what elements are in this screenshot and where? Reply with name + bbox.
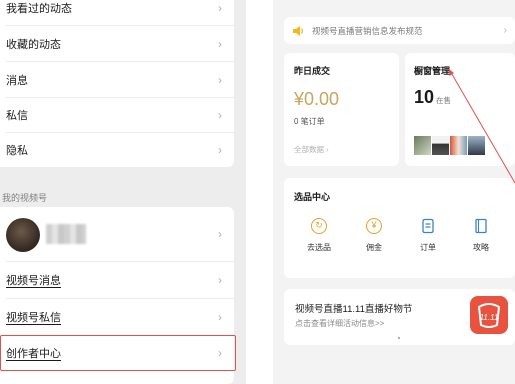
promo-logo: 11.11: [470, 296, 508, 334]
settings-item-favorites[interactable]: 收藏的动态 ›: [0, 26, 234, 61]
tool-label: 攻略: [473, 243, 489, 252]
sales-title: 昨日成交: [294, 66, 331, 76]
chevron-right-icon: ›: [218, 272, 222, 287]
chevron-right-icon: ›: [503, 25, 507, 36]
carousel-dot: [398, 337, 400, 339]
channel-item-messages[interactable]: 视频号消息 ›: [0, 262, 234, 297]
chevron-right-icon: ›: [218, 107, 222, 122]
tool-label: 佣金: [366, 243, 382, 252]
settings-item-privacy[interactable]: 隐私 ›: [0, 132, 234, 167]
window-count: 10: [414, 87, 435, 107]
highlight-box-creator-center: [0, 335, 236, 371]
settings-item-label: 收藏的动态: [6, 38, 61, 51]
selection-center-title: 选品中心: [294, 192, 331, 202]
window-title: 橱窗管理: [414, 66, 451, 76]
channel-item-label: 视频号私信: [6, 311, 61, 324]
tool-orders[interactable]: 订单: [408, 218, 448, 253]
settings-item-label: 私信: [6, 109, 28, 122]
settings-item-viewed-moments[interactable]: 我看过的动态 ›: [0, 0, 234, 25]
tool-label: 去选品: [307, 243, 331, 252]
tool-commission[interactable]: ¥ 佣金: [354, 218, 394, 253]
order-icon: [420, 218, 436, 234]
settings-card: 我看过的动态 › 收藏的动态 › 消息 › 私信 › 隐私 ›: [0, 0, 234, 167]
speaker-icon: [292, 25, 305, 36]
promo-subtitle[interactable]: 点击查看详细活动信息>>: [295, 318, 384, 329]
all-data-link[interactable]: 全部数据 ›: [294, 144, 329, 155]
window-card[interactable]: 橱窗管理 10 在售: [405, 53, 515, 166]
chevron-right-icon: ›: [218, 309, 222, 324]
channel-item-label: 视频号消息: [6, 274, 61, 287]
chevron-right-icon: ›: [218, 227, 222, 241]
sales-card[interactable]: 昨日成交 ¥0.00 0 笔订单 全部数据 ›: [284, 53, 399, 166]
chevron-right-icon: ›: [218, 72, 222, 87]
product-thumbnail: [468, 136, 485, 155]
blurred-username: [46, 224, 86, 244]
tool-guide[interactable]: 攻略: [461, 218, 501, 253]
notice-text: 视频号直播营销信息发布规范: [312, 25, 423, 36]
select-product-icon: ↻: [311, 218, 327, 234]
settings-item-private-messages[interactable]: 私信 ›: [0, 97, 234, 132]
promo-title: 视频号直播11.11直播好物节: [295, 304, 413, 315]
promo-logo-text: 11.11: [480, 313, 499, 322]
product-thumbnail: [432, 136, 449, 155]
product-thumbnail: [450, 136, 467, 155]
sales-amount: ¥0.00: [294, 89, 340, 109]
notice-bar[interactable]: 视频号直播营销信息发布规范 ›: [284, 17, 515, 44]
guide-book-icon: [473, 218, 489, 234]
chevron-right-icon: ›: [218, 142, 222, 157]
chevron-right-icon: ›: [218, 0, 222, 15]
product-thumbnail: [414, 136, 431, 155]
settings-item-label: 我看过的动态: [6, 2, 72, 15]
settings-item-label: 消息: [6, 74, 28, 87]
channel-item-private-messages[interactable]: 视频号私信 ›: [0, 299, 234, 334]
avatar: [6, 218, 40, 252]
tool-label: 订单: [420, 243, 436, 252]
wechat-me-settings-panel: 我看过的动态 › 收藏的动态 › 消息 › 私信 › 隐私 › 我的视频号 ›: [0, 0, 246, 384]
window-count-label: 在售: [436, 96, 451, 105]
selection-center-card: 选品中心 ↻ 去选品 ¥ 佣金 订单 攻略: [284, 178, 515, 278]
creator-center-panel: 视频号直播营销信息发布规范 › 昨日成交 ¥0.00 0 笔订单 全部数据 › …: [273, 0, 515, 384]
product-thumbnails: [414, 136, 485, 155]
yen-icon: ¥: [366, 218, 382, 234]
sales-orders: 0 笔订单: [294, 117, 325, 126]
chevron-right-icon: ›: [218, 36, 222, 51]
settings-item-messages[interactable]: 消息 ›: [0, 62, 234, 97]
section-label-my-channel: 我的视频号: [2, 193, 48, 203]
settings-item-label: 隐私: [6, 144, 28, 157]
tool-select-product[interactable]: ↻ 去选品: [299, 218, 339, 253]
